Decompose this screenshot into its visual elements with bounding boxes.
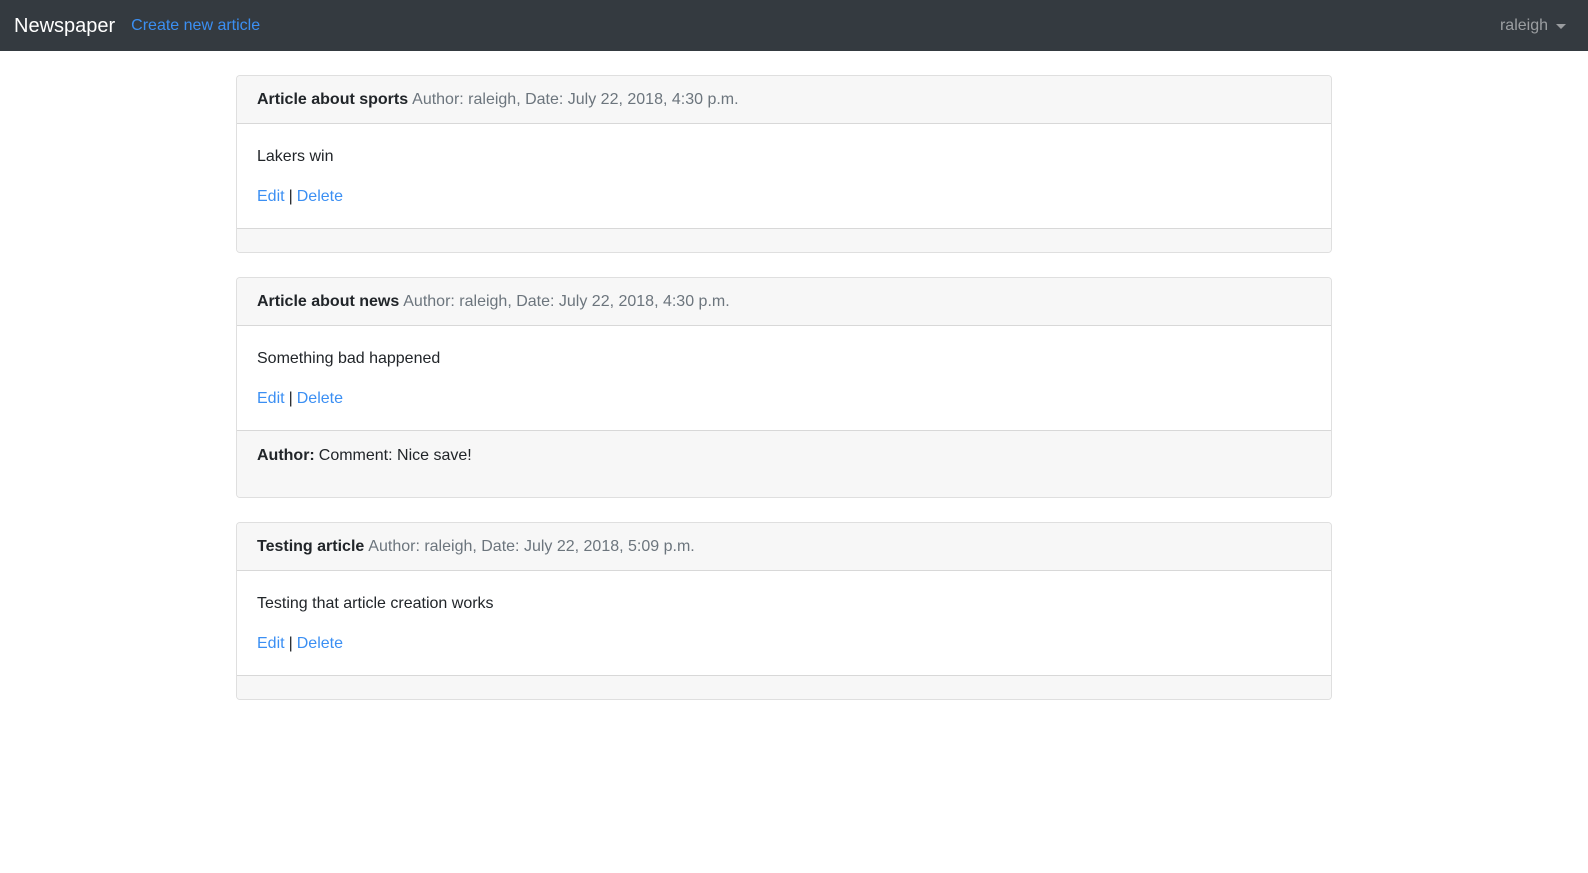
edit-link[interactable]: Edit — [257, 390, 285, 407]
article-header: Article about sports Author: raleigh, Da… — [237, 76, 1331, 124]
article-actions: Edit | Delete — [257, 633, 1311, 655]
edit-link[interactable]: Edit — [257, 188, 285, 205]
action-separator: | — [288, 390, 293, 407]
article-header: Testing article Author: raleigh, Date: J… — [237, 523, 1331, 571]
article-footer — [237, 675, 1331, 699]
article-body: Lakers win Edit | Delete — [237, 124, 1331, 228]
article-meta: Author: raleigh, Date: July 22, 2018, 4:… — [403, 292, 730, 310]
delete-link[interactable]: Delete — [297, 188, 343, 205]
article-actions: Edit | Delete — [257, 186, 1311, 208]
comment-text: Comment: Nice save! — [318, 447, 472, 464]
user-dropdown-label: raleigh — [1499, 16, 1548, 34]
article-text: Something bad happened — [257, 350, 441, 367]
caret-down-icon — [1556, 23, 1566, 29]
article-body: Testing that article creation works Edit… — [237, 571, 1331, 675]
edit-link[interactable]: Edit — [257, 635, 285, 652]
article-card: Article about sports Author: raleigh, Da… — [236, 75, 1332, 253]
article-actions: Edit | Delete — [257, 388, 1311, 410]
article-body: Something bad happened Edit | Delete — [237, 326, 1331, 430]
action-separator: | — [288, 188, 293, 205]
delete-link[interactable]: Delete — [297, 635, 343, 652]
article-header: Article about news Author: raleigh, Date… — [237, 278, 1331, 326]
article-title: Testing article — [257, 537, 365, 555]
delete-link[interactable]: Delete — [297, 390, 343, 407]
article-title: Article about sports — [257, 90, 409, 108]
article-meta: Author: raleigh, Date: July 22, 2018, 5:… — [368, 537, 695, 555]
article-text: Lakers win — [257, 148, 334, 165]
article-meta: Author: raleigh, Date: July 22, 2018, 4:… — [412, 90, 739, 108]
article-title: Article about news — [257, 292, 400, 310]
action-separator: | — [288, 635, 293, 652]
article-footer — [237, 228, 1331, 252]
article-text: Testing that article creation works — [257, 595, 494, 612]
article-list: Article about sports Author: raleigh, Da… — [236, 51, 1332, 700]
article-card: Testing article Author: raleigh, Date: J… — [236, 522, 1332, 700]
comment-author-label: Author: — [257, 447, 315, 464]
article-card: Article about news Author: raleigh, Date… — [236, 277, 1332, 498]
create-article-link[interactable]: Create new article — [131, 17, 260, 35]
brand-link[interactable]: Newspaper — [14, 16, 115, 36]
navbar: Newspaper Create new article raleigh — [0, 0, 1588, 51]
article-comments: Author: Comment: Nice save! — [237, 430, 1331, 497]
user-dropdown[interactable]: raleigh — [1500, 0, 1566, 51]
